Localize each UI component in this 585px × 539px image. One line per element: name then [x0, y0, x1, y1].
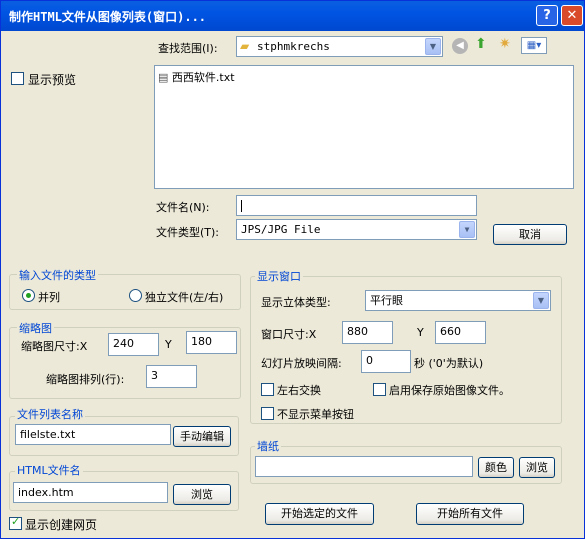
slide-label: 幻灯片放映间隔:	[261, 357, 342, 370]
list-item[interactable]: ▤ 西西软件.txt	[158, 69, 235, 85]
radio-parallel[interactable]	[22, 289, 35, 302]
up-folder-icon[interactable]: ⬆	[475, 36, 487, 52]
thumb-x-input[interactable]: 240	[108, 333, 159, 356]
lookin-combo[interactable]: ▰ stphmkrechs ▼	[236, 36, 443, 57]
start-all-button[interactable]: 开始所有文件	[416, 503, 524, 525]
preview-checkbox[interactable]	[11, 72, 24, 85]
close-button[interactable]: ✕	[561, 5, 583, 26]
thumb-size-label: 缩略图尺寸:X	[21, 340, 88, 353]
parallel-label: 并列	[38, 291, 60, 304]
win-y-label: Y	[417, 326, 424, 339]
manual-edit-button[interactable]: 手动编辑	[173, 426, 231, 447]
lookin-value: stphmkrechs	[257, 40, 330, 53]
stereo-combo[interactable]: 平行眼 ▼	[365, 290, 551, 311]
lookin-label: 查找范围(I):	[158, 42, 218, 55]
file-list[interactable]: ▤ 西西软件.txt	[154, 65, 574, 189]
cancel-button[interactable]: 取消	[493, 224, 567, 245]
title-bar: 制作HTML文件从图像列表(窗口)... ? ✕	[1, 1, 584, 31]
thumb-y-input[interactable]: 180	[186, 331, 237, 354]
thumb-arrange-input[interactable]: 3	[146, 365, 197, 388]
win-x-input[interactable]: 880	[342, 321, 393, 344]
filetype-value: JPS/JPG File	[241, 223, 321, 236]
preview-label: 显示预览	[28, 73, 77, 87]
text-file-icon: ▤	[158, 71, 169, 84]
show-create-checkbox[interactable]	[9, 515, 22, 530]
swap-label: 左右交换	[277, 384, 321, 397]
html-browse-button[interactable]: 浏览	[173, 484, 231, 505]
new-folder-icon[interactable]: ✷	[499, 36, 511, 52]
separate-label: 独立文件(左/右)	[145, 291, 224, 304]
wallpaper-input[interactable]	[255, 456, 473, 477]
show-create-label: 显示创建网页	[25, 518, 98, 532]
radio-separate[interactable]	[129, 289, 142, 302]
winsize-label: 窗口尺寸:X	[261, 328, 317, 341]
filetype-combo[interactable]: JPS/JPG File ▼	[236, 219, 477, 240]
slide-unit: 秒 ('0'为默认)	[414, 357, 484, 370]
chevron-down-icon[interactable]: ▼	[459, 221, 475, 238]
stereo-label: 显示立体类型:	[261, 296, 331, 309]
wallpaper-title: 墙纸	[255, 438, 281, 454]
slide-input[interactable]: 0	[361, 350, 411, 373]
file-list-input[interactable]: filelste.txt	[15, 424, 171, 445]
back-icon[interactable]: ◀	[452, 38, 468, 54]
thumb-arrange-label: 缩略图排列(行):	[46, 373, 125, 386]
file-list-title: 文件列表名称	[15, 406, 85, 422]
save-original-label: 启用保存原始图像文件。	[389, 384, 510, 397]
input-type-title: 输入文件的类型	[17, 267, 98, 283]
help-button[interactable]: ?	[536, 5, 558, 26]
win-y-input[interactable]: 660	[435, 321, 486, 344]
save-original-checkbox[interactable]	[373, 383, 386, 396]
swap-checkbox[interactable]	[261, 383, 274, 396]
wallpaper-browse-button[interactable]: 浏览	[519, 457, 555, 478]
no-menu-checkbox[interactable]	[261, 407, 274, 420]
html-file-title: HTML文件名	[15, 462, 83, 478]
folder-icon: ▰	[240, 39, 250, 53]
filetype-label: 文件类型(T):	[156, 226, 220, 239]
no-menu-label: 不显示菜单按钮	[277, 408, 354, 421]
start-selected-button[interactable]: 开始选定的文件	[265, 503, 374, 525]
chevron-down-icon[interactable]: ▼	[425, 38, 441, 55]
filename-label: 文件名(N):	[156, 201, 210, 214]
html-file-input[interactable]: index.htm	[13, 482, 168, 503]
color-button[interactable]: 颜色	[478, 457, 514, 478]
thumb-y-label: Y	[165, 338, 172, 351]
stereo-value: 平行眼	[370, 294, 403, 307]
file-name-item: 西西软件.txt	[171, 71, 235, 84]
window-title: 制作HTML文件从图像列表(窗口)...	[9, 10, 207, 24]
display-title: 显示窗口	[255, 268, 303, 284]
dialog-window: 制作HTML文件从图像列表(窗口)... ? ✕ 查找范围(I): ▰ stph…	[0, 0, 585, 539]
filename-input[interactable]	[236, 195, 477, 216]
chevron-down-icon[interactable]: ▼	[533, 292, 549, 309]
thumbnail-title: 缩略图	[17, 320, 54, 336]
view-menu-icon[interactable]: ▦▾	[521, 37, 547, 54]
